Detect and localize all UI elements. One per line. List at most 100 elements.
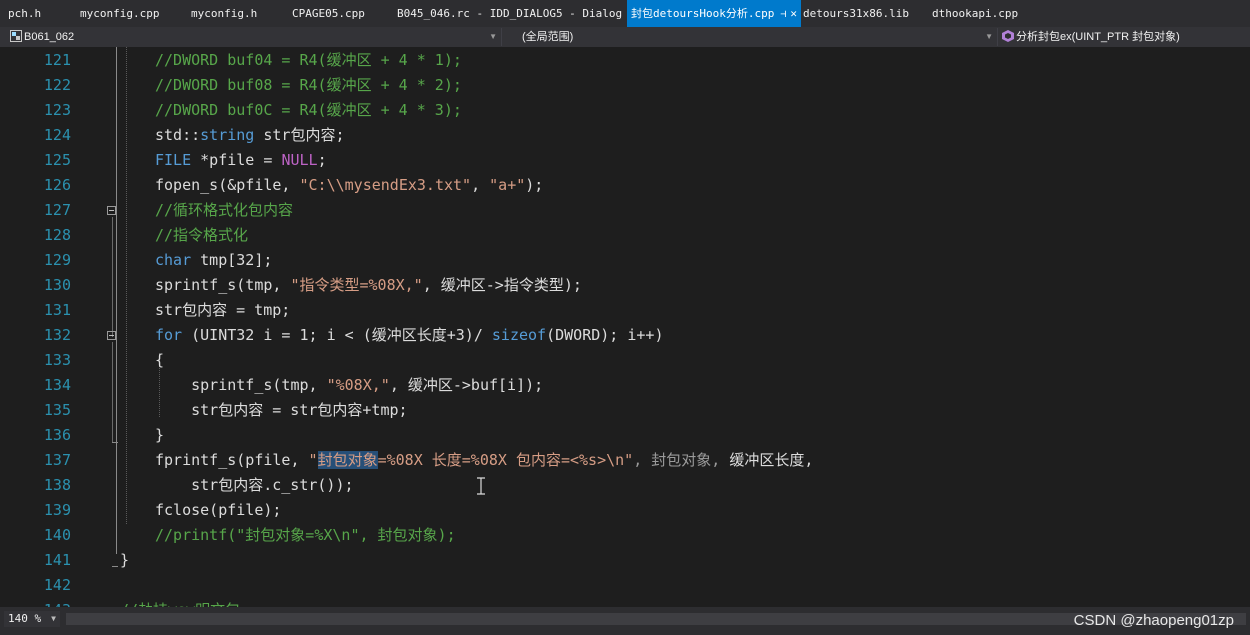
code-text[interactable]: sprintf_s(tmp, "%08X,", 缓冲区->buf[i]); [155, 373, 543, 398]
code-text[interactable]: //劫持wow明文包 [120, 598, 240, 607]
tab-label: dthookapi.cpp [932, 7, 1019, 20]
code-token: str包内容.c_str()); [155, 476, 354, 494]
code-token: str包内容 = tmp; [155, 301, 291, 319]
code-token: //DWORD buf04 = R4(缓冲区 + 4 * 1); [155, 51, 462, 69]
code-token: } [155, 426, 165, 444]
member-dropdown[interactable]: 分析封包ex(UINT_PTR 封包对象) [998, 28, 1250, 46]
code-text[interactable]: char tmp[32]; [155, 248, 272, 273]
zoom-dropdown[interactable]: 140 % ▼ [4, 611, 60, 627]
collapse-icon[interactable] [107, 331, 116, 340]
code-token: fopen_s(&pfile, [155, 176, 300, 194]
code-token: sizeof [491, 326, 547, 344]
code-token: str包内容 = str包内容+tmp; [155, 401, 408, 419]
tab-label: pch.h [8, 7, 42, 20]
code-text[interactable]: str包内容 = str包内容+tmp; [155, 398, 408, 423]
code-text[interactable]: //printf("封包对象=%X\n", 封包对象); [155, 523, 456, 548]
line-number: 142 [43, 576, 71, 594]
code-token: for [155, 326, 183, 344]
code-text[interactable]: fopen_s(&pfile, "C:\\mysendEx3.txt", "a+… [155, 173, 543, 198]
tab-myconfig-cpp[interactable]: myconfig.cpp [80, 0, 159, 27]
member-name: 分析封包ex(UINT_PTR 封包对象) [1016, 31, 1180, 43]
chevron-down-icon: ▼ [51, 614, 56, 623]
code-line: 129 char tmp[32]; [0, 248, 1250, 273]
code-text[interactable]: str包内容.c_str()); [155, 473, 354, 498]
code-token: "指令类型=%08X," [290, 276, 423, 294]
code-token: string [200, 126, 255, 144]
tab-dthookapi-cpp[interactable]: dthookapi.cpp [932, 0, 1018, 27]
code-line: 136} [0, 423, 1250, 448]
project-icon [10, 30, 22, 42]
code-text[interactable]: //DWORD buf04 = R4(缓冲区 + 4 * 1); [155, 48, 462, 73]
code-token: str包内容; [254, 126, 345, 144]
code-line: 127 //循环格式化包内容 [0, 198, 1250, 223]
code-text[interactable]: fprintf_s(pfile, "封包对象=%08X 长度=%08X 包内容=… [155, 448, 813, 473]
code-token: (DWORD); i++) [546, 326, 664, 344]
code-line: 139 fclose(pfile); [0, 498, 1250, 523]
tab-label: 封包detoursHook分析.cpp [631, 7, 775, 20]
code-line: 126 fopen_s(&pfile, "C:\\mysendEx3.txt", … [0, 173, 1250, 198]
code-text[interactable]: std::string str包内容; [155, 123, 345, 148]
code-token: tmp[32]; [191, 251, 273, 269]
code-token: //printf("封包对象=%X\n", 封包对象); [155, 526, 456, 544]
line-number: 124 [43, 126, 71, 144]
code-token: sprintf_s(tmp, [155, 376, 327, 394]
tab-label: myconfig.h [191, 7, 258, 20]
code-token: , 缓冲区->指令类型); [422, 276, 582, 294]
text-cursor-icon [477, 477, 485, 495]
code-token: *pfile = [191, 151, 282, 169]
line-number: 135 [43, 401, 71, 419]
code-text[interactable]: //DWORD buf0C = R4(缓冲区 + 4 * 3); [155, 98, 462, 123]
code-line: 134 sprintf_s(tmp, "%08X,", 缓冲区->buf[i])… [0, 373, 1250, 398]
close-icon[interactable]: ✕ [790, 7, 797, 20]
horizontal-scrollbar[interactable] [66, 613, 1246, 625]
code-editor[interactable]: 121 //DWORD buf04 = R4(缓冲区 + 4 * 1); 122 //… [0, 47, 1250, 607]
code-text[interactable]: //DWORD buf08 = R4(缓冲区 + 4 * 2); [155, 73, 462, 98]
zoom-level: 140 % [8, 612, 42, 625]
chevron-down-icon: ▼ [489, 32, 497, 41]
code-line: 137 fprintf_s(pfile, "封包对象=%08X 长度=%08X 包… [0, 448, 1250, 473]
code-text[interactable]: for (UINT32 i = 1; i < (缓冲区长度+3)/ sizeof… [155, 323, 664, 348]
code-text[interactable]: //循环格式化包内容 [155, 198, 293, 223]
code-text[interactable]: } [155, 423, 164, 448]
code-text[interactable]: //指令格式化 [155, 223, 248, 248]
line-number: 141 [43, 551, 71, 569]
code-line: 131 str包内容 = tmp; [0, 298, 1250, 323]
line-number: 121 [43, 51, 71, 69]
tab-dialog-resource[interactable]: B045_046.rc - IDD_DIALOG5 - Dialog [397, 0, 622, 27]
code-text[interactable]: FILE *pfile = NULL; [155, 148, 327, 173]
tab-pch-h[interactable]: pch.h [8, 0, 41, 27]
code-text[interactable]: { [155, 348, 164, 373]
line-number: 137 [43, 451, 71, 469]
scope-dropdown[interactable]: (全局范围) ▼ [502, 28, 998, 46]
code-text[interactable]: str包内容 = tmp; [155, 298, 290, 323]
project-dropdown[interactable]: B061_062 ▼ [6, 28, 502, 46]
line-number: 126 [43, 176, 71, 194]
navigation-bar: B061_062 ▼ (全局范围) ▼ 分析封包ex(UINT_PTR 封包对象… [0, 27, 1250, 47]
code-token: char [155, 251, 192, 269]
code-token: "%08X," [326, 376, 390, 394]
method-icon [1002, 30, 1014, 42]
tab-cpage05-cpp[interactable]: CPAGE05.cpp [292, 0, 365, 27]
line-number: 131 [43, 301, 71, 319]
chevron-down-icon: ▼ [985, 32, 993, 41]
code-token: //循环格式化包内容 [155, 201, 294, 219]
line-number: 123 [43, 101, 71, 119]
pin-icon[interactable]: ⊣ [780, 9, 786, 20]
tab-detours-lib[interactable]: detours31x86.lib [803, 0, 909, 27]
code-text[interactable]: sprintf_s(tmp, "指令类型=%08X,", 缓冲区->指令类型); [155, 273, 582, 298]
tab-detours-hook-active[interactable]: 封包detoursHook分析.cpp ⊣ ✕ [627, 0, 801, 27]
code-token: sprintf_s(tmp, [155, 276, 291, 294]
code-token: { [155, 351, 165, 369]
code-text[interactable]: fclose(pfile); [155, 498, 281, 523]
code-text[interactable]: } [120, 548, 129, 573]
line-number: 130 [43, 276, 71, 294]
document-tab-bar: pch.h myconfig.cpp myconfig.h CPAGE05.cp… [0, 0, 1250, 27]
tab-label: detours31x86.lib [803, 7, 909, 20]
line-number: 138 [43, 476, 71, 494]
collapse-icon[interactable] [107, 206, 116, 215]
line-number: 122 [43, 76, 71, 94]
tab-myconfig-h[interactable]: myconfig.h [191, 0, 257, 27]
scope-name: (全局范围) [522, 31, 574, 43]
line-number: 133 [43, 351, 71, 369]
line-number: 140 [43, 526, 71, 544]
